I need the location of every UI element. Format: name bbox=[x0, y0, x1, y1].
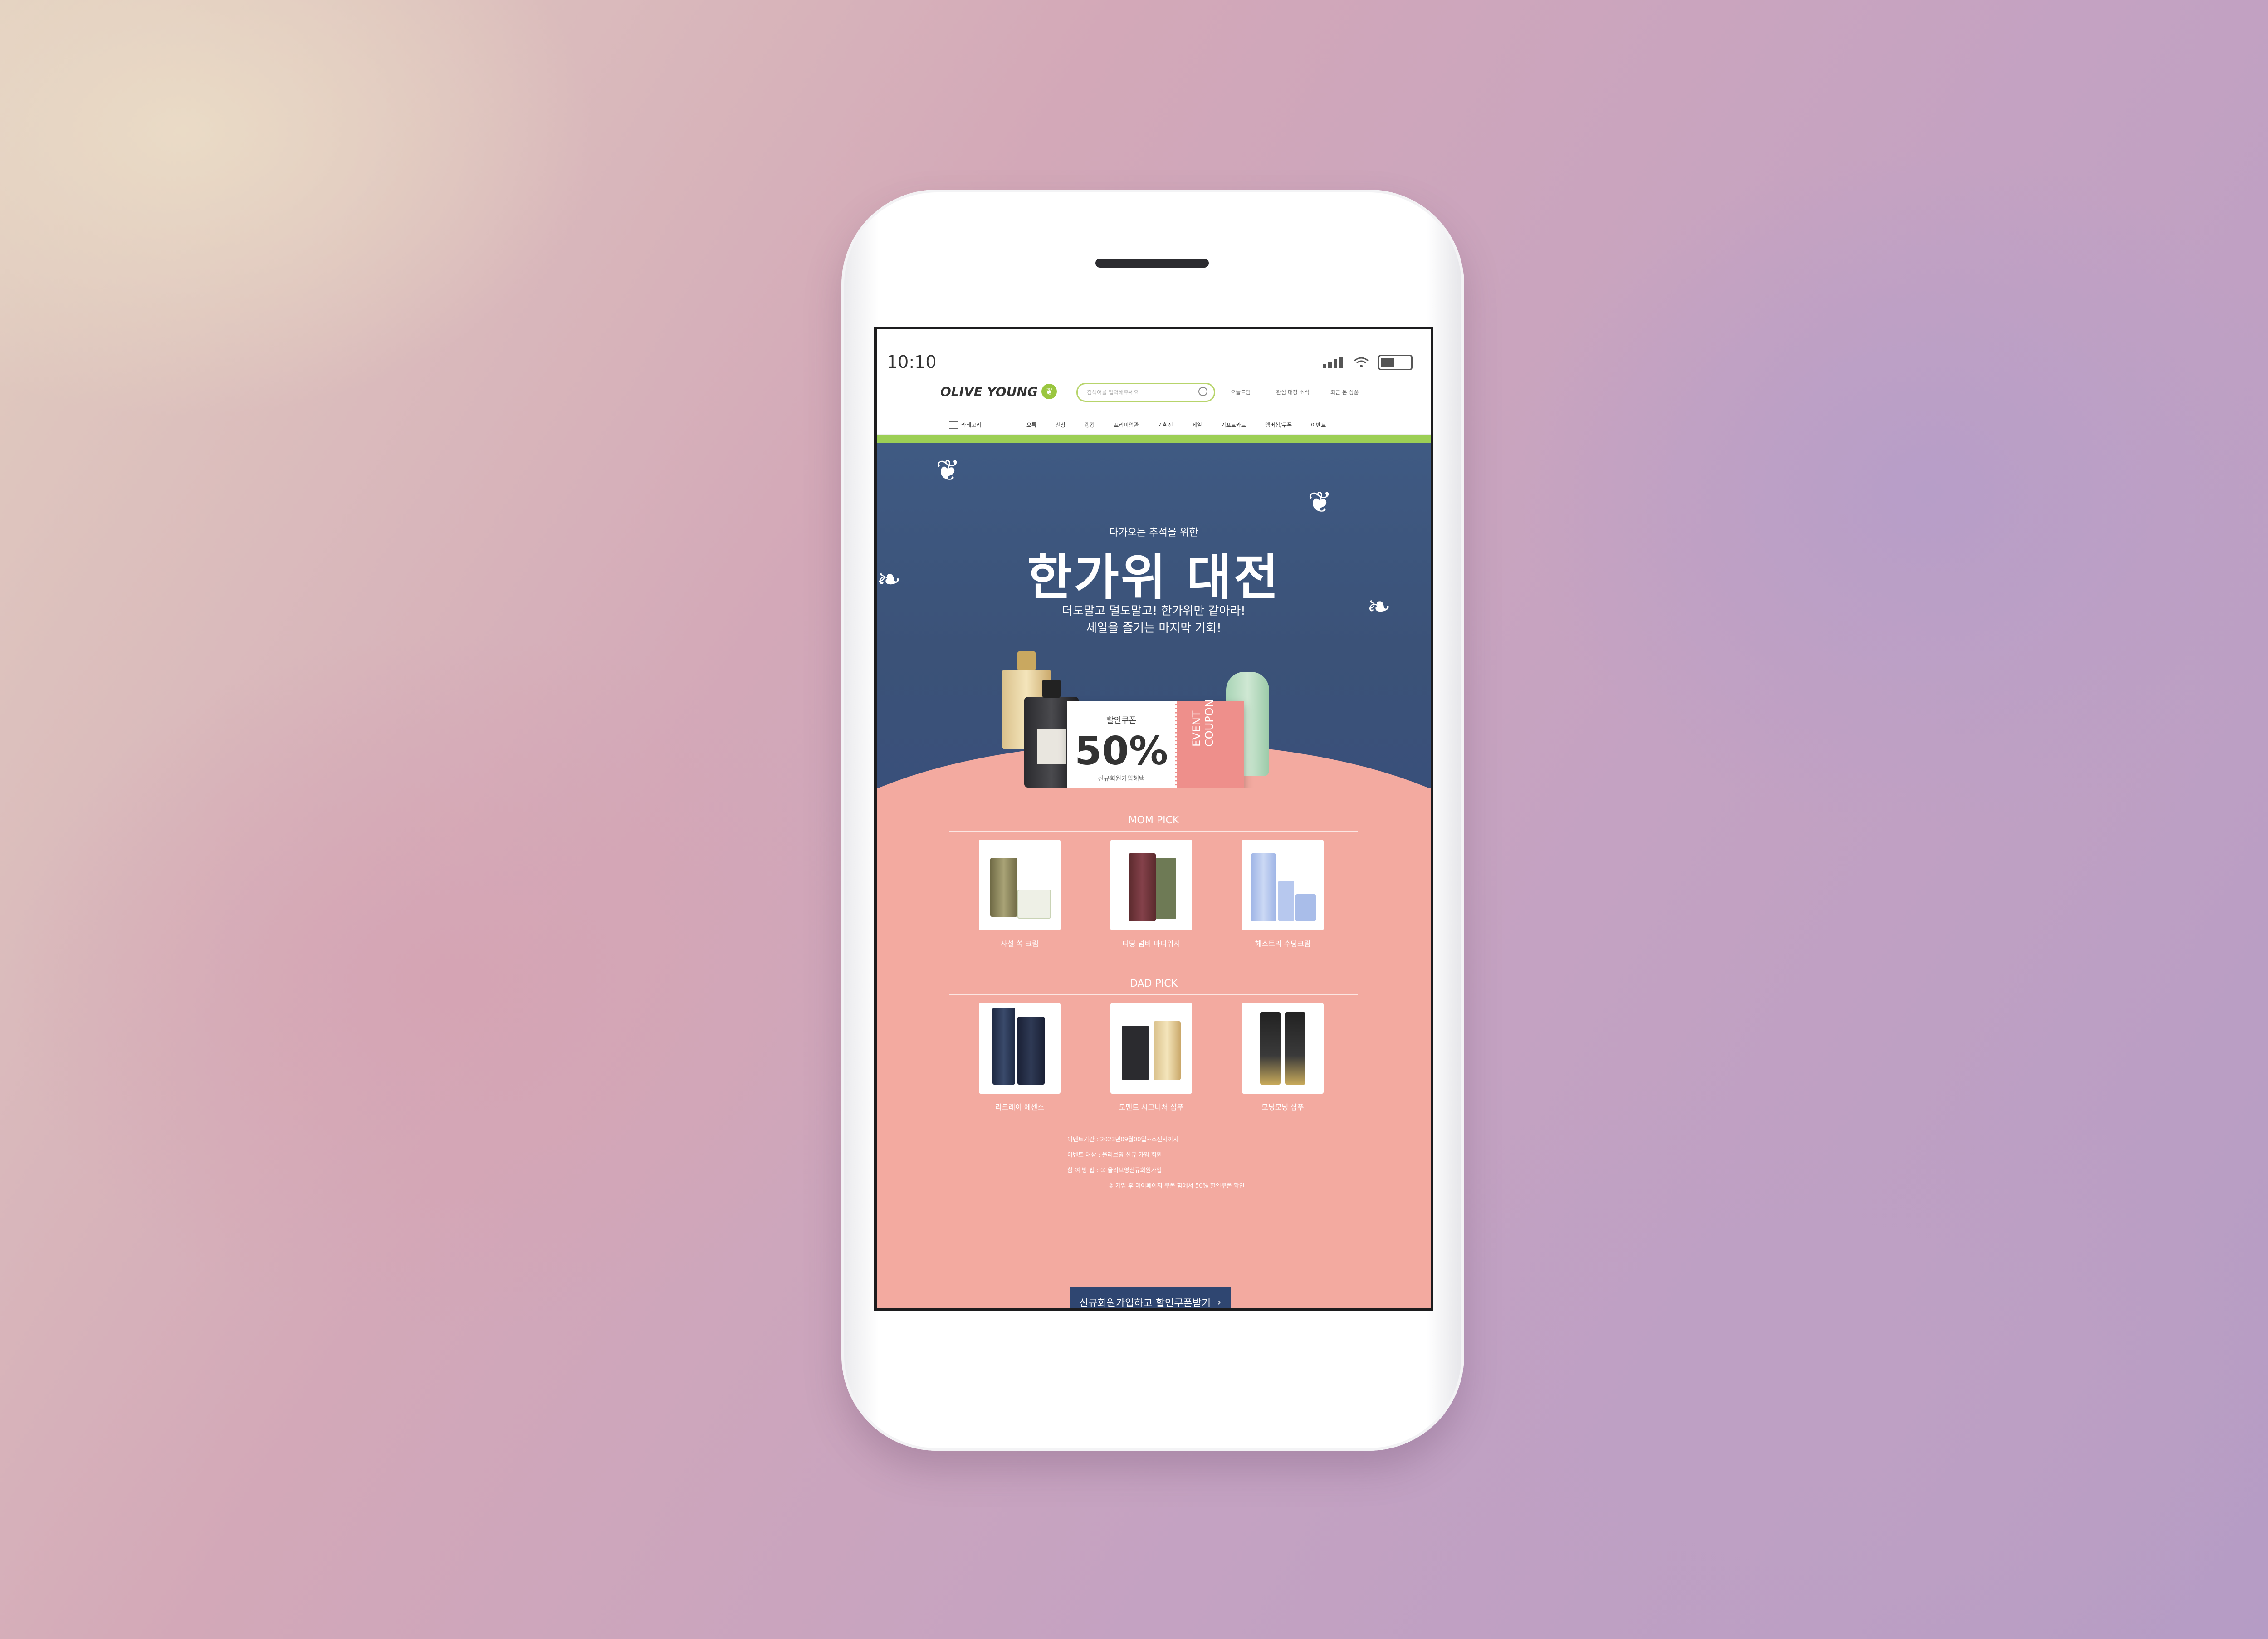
util-link-store-news[interactable]: 관심 매장 소식 bbox=[1276, 388, 1310, 396]
section-divider bbox=[949, 994, 1358, 995]
nav-item-giftcard[interactable]: 기프트카드 bbox=[1221, 421, 1246, 429]
coupon-stub: EVENT COUPON bbox=[1175, 699, 1244, 788]
status-icons bbox=[1323, 355, 1413, 370]
hamburger-icon bbox=[949, 421, 958, 429]
product-image bbox=[1110, 840, 1192, 930]
main-nav: 카테고리 오특 신상 랭킹 프리미엄관 기획전 세일 기프트카드 멤버십/쿠폰 … bbox=[877, 416, 1431, 435]
nav-item-special[interactable]: 오특 bbox=[1026, 421, 1036, 429]
mom-pick-title: MOM PICK bbox=[1128, 815, 1179, 826]
status-time: 10:10 bbox=[887, 352, 937, 372]
search-input[interactable]: 검색어를 입력해주세요 bbox=[1076, 383, 1215, 402]
product-name: 헤스트리 수딩크림 bbox=[1255, 939, 1311, 948]
nav-item-sale[interactable]: 세일 bbox=[1192, 421, 1202, 429]
nav-item-premium[interactable]: 프리미엄관 bbox=[1114, 421, 1139, 429]
mom-pick-product[interactable]: 티딩 넘버 바디워시 bbox=[1110, 840, 1192, 949]
ornament-icon: ❦ bbox=[1308, 486, 1332, 519]
chevron-right-icon: › bbox=[1217, 1297, 1222, 1308]
category-menu-button[interactable]: 카테고리 bbox=[949, 421, 981, 429]
note-line: ② 가입 후 마이페이지 쿠폰 함에서 50% 할인쿠폰 확인 bbox=[1108, 1183, 1245, 1189]
green-accent-bar bbox=[877, 435, 1431, 443]
battery-icon bbox=[1378, 355, 1413, 370]
dad-pick-title: DAD PICK bbox=[1129, 978, 1178, 989]
wifi-icon bbox=[1354, 357, 1369, 367]
logo-text: OLIVE YOUNG bbox=[940, 384, 1038, 399]
product-section: MOM PICK 사설 쏙 크림 티딩 넘버 바디워시 헤스트리 수딩크림 DA… bbox=[877, 788, 1431, 1308]
product-image bbox=[1242, 1003, 1324, 1094]
leaf-icon: ❦ bbox=[1041, 384, 1057, 399]
util-link-recent-viewed[interactable]: 최근 본 상품 bbox=[1330, 388, 1359, 396]
banner-copy-line2: 세일을 즐기는 마지막 기회! bbox=[1086, 621, 1222, 635]
event-notes: 이벤트기간 : 2023년09월00일~소진시까지 이벤트 대상 : 올리브영 … bbox=[1067, 1132, 1245, 1194]
product-image bbox=[979, 840, 1061, 930]
dad-pick-product[interactable]: 모닝모닝 샴푸 bbox=[1242, 1003, 1324, 1112]
product-image bbox=[979, 1003, 1061, 1094]
banner-subtitle: 다가오는 추석을 위한 bbox=[1109, 527, 1198, 538]
phone-frame: 10:10 OLIVE YOUNG ❦ 검색어를 입력해주세요 오늘드림 관심 … bbox=[841, 190, 1464, 1451]
signup-coupon-button[interactable]: 신규회원가입하고 할인쿠폰받기 › bbox=[1070, 1287, 1231, 1309]
discount-coupon[interactable]: 할인쿠폰 50% 신규회원가입혜택 EVENT COUPON bbox=[1067, 699, 1244, 788]
mom-pick-product[interactable]: 헤스트리 수딩크림 bbox=[1242, 840, 1324, 949]
nav-item-ranking[interactable]: 랭킹 bbox=[1085, 421, 1095, 429]
product-name: 모닝모닝 샴푸 bbox=[1261, 1103, 1304, 1111]
note-line: 이벤트 대상 : 올리브영 신규 가입 회원 bbox=[1067, 1152, 1162, 1159]
search-placeholder: 검색어를 입력해주세요 bbox=[1087, 389, 1139, 396]
site-header: OLIVE YOUNG ❦ 검색어를 입력해주세요 오늘드림 관심 매장 소식 … bbox=[877, 379, 1431, 406]
coupon-label: 할인쿠폰 bbox=[1106, 716, 1137, 725]
ornament-icon: ❦ bbox=[936, 454, 960, 488]
status-bar: 10:10 bbox=[877, 329, 1431, 372]
coupon-percent: 50% bbox=[1075, 729, 1168, 774]
section-divider bbox=[949, 831, 1358, 832]
dad-pick-product[interactable]: 리크레이 에센스 bbox=[979, 1003, 1061, 1112]
coupon-side-line2: COUPON bbox=[1203, 699, 1216, 747]
coupon-side-text: EVENT COUPON bbox=[1190, 699, 1216, 747]
phone-speaker bbox=[1095, 259, 1209, 268]
search-icon[interactable] bbox=[1198, 387, 1207, 396]
product-name: 모멘트 시그니처 샴푸 bbox=[1119, 1103, 1184, 1111]
note-line: 참 여 방 법 : ① 올리브영신규회원가입 bbox=[1067, 1167, 1162, 1174]
product-name: 사설 쏙 크림 bbox=[1001, 939, 1039, 948]
mom-pick-product[interactable]: 사설 쏙 크림 bbox=[979, 840, 1061, 949]
signal-icon bbox=[1323, 357, 1344, 368]
nav-list: 오특 신상 랭킹 프리미엄관 기획전 세일 기프트카드 멤버십/쿠폰 이벤트 bbox=[1026, 421, 1326, 429]
product-image bbox=[1242, 840, 1324, 930]
nav-item-membership[interactable]: 멤버십/쿠폰 bbox=[1265, 421, 1292, 429]
event-banner: ❦ ❦ ❧ ❧ 다가오는 추석을 위한 한가위 대전 더도말고 덜도말고! 한가… bbox=[877, 443, 1431, 788]
olive-young-logo[interactable]: OLIVE YOUNG ❦ bbox=[940, 384, 1057, 399]
util-link-today-delivery[interactable]: 오늘드림 bbox=[1231, 388, 1251, 396]
nav-item-exhibition[interactable]: 기획전 bbox=[1158, 421, 1173, 429]
product-image bbox=[1110, 1003, 1192, 1094]
cta-label: 신규회원가입하고 할인쿠폰받기 bbox=[1079, 1298, 1211, 1309]
nav-item-new[interactable]: 신상 bbox=[1056, 421, 1066, 429]
banner-title: 한가위 대전 bbox=[1027, 549, 1281, 606]
product-name: 리크레이 에센스 bbox=[995, 1103, 1045, 1111]
dad-pick-product[interactable]: 모멘트 시그니처 샴푸 bbox=[1110, 1003, 1192, 1112]
note-line: 이벤트기간 : 2023년09월00일~소진시까지 bbox=[1067, 1136, 1179, 1143]
nav-item-event[interactable]: 이벤트 bbox=[1311, 421, 1326, 429]
coupon-main: 할인쿠폰 50% 신규회원가입혜택 bbox=[1067, 701, 1176, 788]
coupon-side-line1: EVENT bbox=[1190, 710, 1203, 747]
category-label: 카테고리 bbox=[961, 422, 982, 428]
phone-screen: 10:10 OLIVE YOUNG ❦ 검색어를 입력해주세요 오늘드림 관심 … bbox=[874, 327, 1433, 1311]
banner-copy-line1: 더도말고 덜도말고! 한가위만 같아라! bbox=[1062, 604, 1246, 618]
product-name: 티딩 넘버 바디워시 bbox=[1122, 939, 1180, 948]
coupon-desc: 신규회원가입혜택 bbox=[1098, 775, 1145, 783]
